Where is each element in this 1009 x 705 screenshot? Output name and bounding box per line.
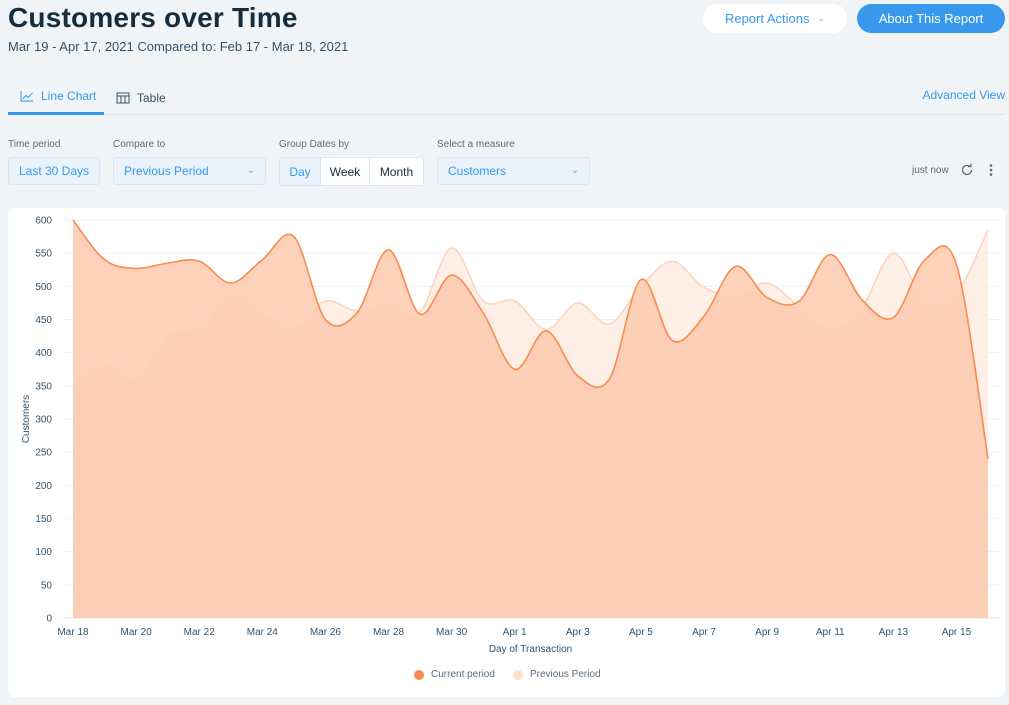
refresh-button[interactable] — [960, 163, 974, 182]
chart-card: 0 50 100 150 200 250 300 350 400 450 500 550 600 Mar … — [8, 208, 1005, 697]
time-period-value: Last 30 Days — [18, 164, 90, 178]
page-title: Customers over Time — [8, 2, 298, 33]
last-updated-text: just now — [912, 165, 949, 176]
y-tick-label: 50 — [41, 580, 53, 591]
report-actions-label: Report Actions — [724, 11, 810, 26]
tab-line-chart-label: Line Chart — [41, 89, 97, 103]
advanced-view-link[interactable]: Advanced View — [923, 88, 1006, 102]
group-day-option[interactable]: Day — [280, 158, 320, 185]
x-tick-label: Mar 24 — [247, 627, 279, 638]
x-tick-label: Mar 30 — [436, 627, 468, 638]
x-tick-label: Mar 28 — [373, 627, 405, 638]
y-tick-label: 300 — [35, 415, 52, 426]
about-report-button[interactable]: About This Report — [857, 4, 1005, 33]
y-tick-label: 450 — [35, 315, 52, 326]
y-tick-label: 250 — [35, 448, 52, 459]
measure-select[interactable]: Customers ⌄ — [437, 157, 590, 185]
compare-to-select[interactable]: Previous Period ⌄ — [113, 157, 266, 185]
view-tabs: Line Chart Table — [8, 80, 1005, 115]
x-tick-label: Apr 7 — [692, 627, 716, 638]
previous-period-swatch — [513, 669, 523, 680]
x-tick-label: Apr 11 — [816, 627, 845, 638]
x-axis-title: Day of Transaction — [489, 644, 572, 655]
y-axis-title: Customers — [21, 395, 32, 443]
group-dates-toggle: Day Week Month — [279, 157, 424, 186]
x-tick-label: Apr 9 — [755, 627, 779, 638]
y-tick-label: 400 — [35, 348, 52, 359]
current-period-swatch — [414, 669, 424, 680]
date-range-subtitle: Mar 19 - Apr 17, 2021 Compared to: Feb 1… — [8, 39, 349, 54]
current-period-area — [73, 220, 988, 618]
time-period-select[interactable]: Last 30 Days — [8, 157, 100, 185]
line-chart-icon — [20, 91, 33, 102]
compare-to-value: Previous Period — [124, 164, 209, 178]
y-tick-label: 600 — [35, 216, 52, 227]
legend-item-current[interactable]: Current period — [414, 669, 495, 680]
tab-table[interactable]: Table — [116, 80, 166, 115]
y-tick-label: 350 — [35, 381, 52, 392]
x-tick-label: Mar 22 — [184, 627, 216, 638]
chevron-down-icon: ⌄ — [246, 165, 255, 176]
x-tick-label: Apr 1 — [503, 627, 527, 638]
measure-label: Select a measure — [437, 139, 515, 150]
y-tick-label: 200 — [35, 481, 52, 492]
tab-table-label: Table — [137, 90, 166, 105]
group-week-option[interactable]: Week — [320, 158, 369, 185]
measure-value: Customers — [448, 164, 507, 178]
report-actions-button[interactable]: Report Actions ⌄ — [703, 4, 847, 33]
more-vertical-icon — [989, 164, 993, 176]
legend-item-previous[interactable]: Previous Period — [513, 669, 601, 680]
x-tick-label: Apr 15 — [942, 627, 972, 638]
time-period-label: Time period — [8, 139, 61, 150]
table-icon — [116, 92, 130, 103]
x-tick-label: Mar 20 — [121, 627, 153, 638]
customers-area-chart: 0 50 100 150 200 250 300 350 400 450 500 550 600 Mar … — [21, 216, 1000, 655]
compare-to-label: Compare to — [113, 139, 166, 150]
x-tick-label: Apr 13 — [879, 627, 909, 638]
x-tick-label: Apr 5 — [629, 627, 653, 638]
y-tick-label: 0 — [46, 614, 52, 625]
y-tick-label: 500 — [35, 282, 52, 293]
y-tick-label: 100 — [35, 547, 52, 558]
legend-current-label: Current period — [431, 669, 495, 680]
x-tick-label: Mar 18 — [57, 627, 89, 638]
group-month-option[interactable]: Month — [369, 158, 423, 185]
tab-line-chart[interactable]: Line Chart — [8, 80, 104, 115]
y-tick-label: 550 — [35, 249, 52, 260]
x-tick-label: Mar 26 — [310, 627, 342, 638]
group-dates-label: Group Dates by — [279, 139, 350, 150]
legend-previous-label: Previous Period — [530, 669, 601, 680]
chevron-down-icon: ⌄ — [570, 165, 579, 176]
chevron-down-icon: ⌄ — [817, 13, 826, 23]
y-tick-label: 150 — [35, 514, 52, 525]
x-tick-label: Apr 3 — [566, 627, 590, 638]
refresh-icon — [961, 163, 973, 176]
more-options-button[interactable] — [989, 163, 993, 182]
